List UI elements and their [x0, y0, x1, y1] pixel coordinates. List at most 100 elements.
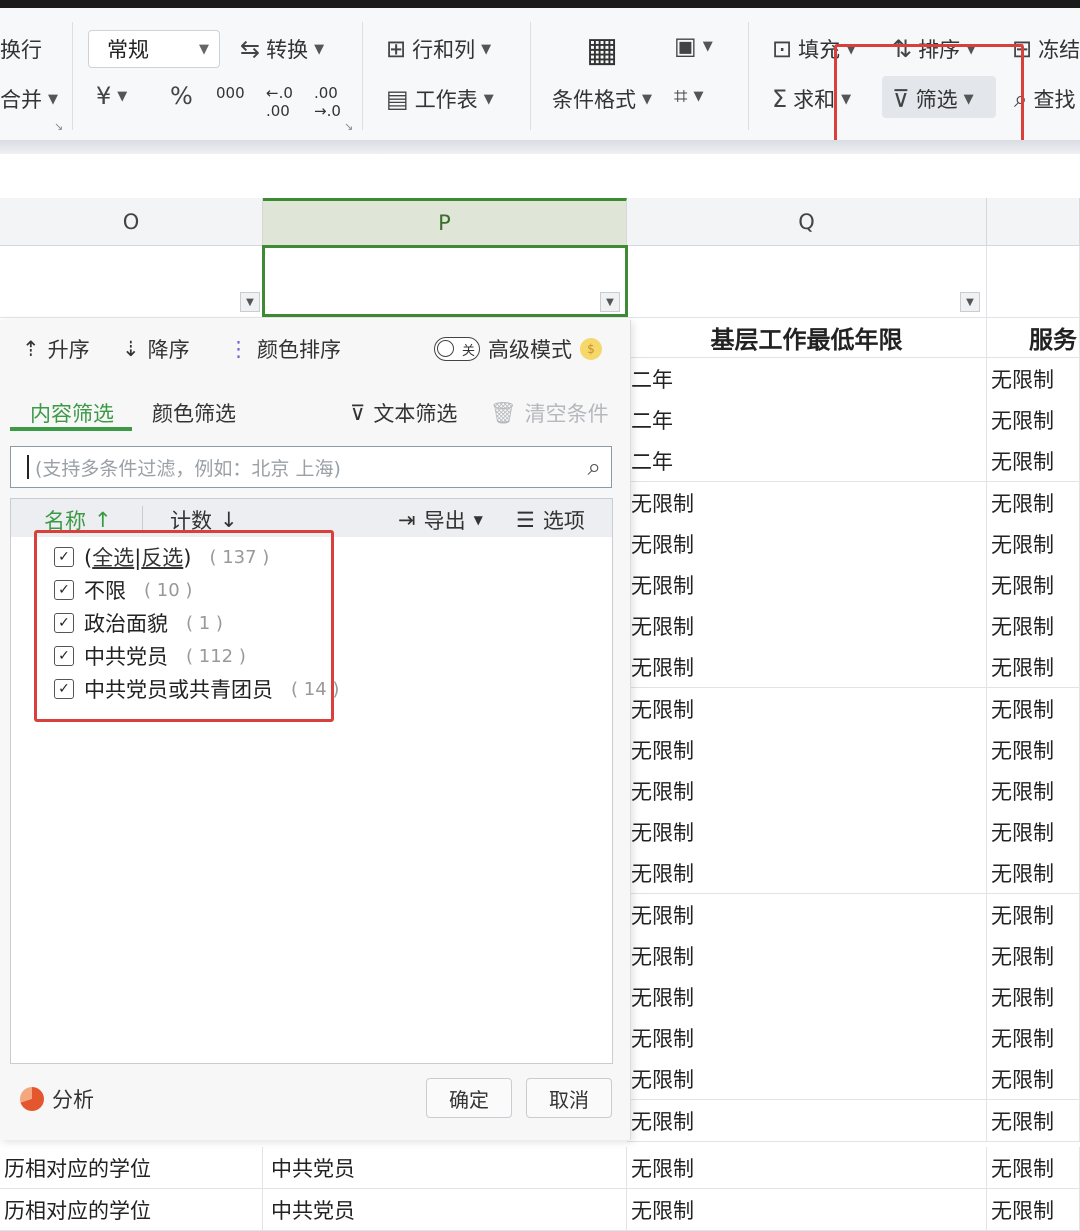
cell-q[interactable]: 无限制	[627, 852, 987, 894]
cell-text: 无限制	[631, 1198, 694, 1223]
convert-button[interactable]: ⇆ 转换 ▼	[240, 34, 324, 64]
cell-q[interactable]: 无限制	[627, 1017, 987, 1059]
cell-r[interactable]: 无限制	[987, 358, 1080, 400]
text-filter-button[interactable]: ⊽ 文本筛选	[350, 398, 457, 428]
cell-o-bottom[interactable]: 历相对应的学位	[0, 1189, 263, 1231]
cell-r[interactable]: 无限制	[987, 440, 1080, 482]
cell-q[interactable]: 无限制	[627, 564, 987, 606]
cell-text: 无限制	[631, 861, 694, 886]
header-cell-r[interactable]: 服务	[987, 318, 1080, 358]
cell-r[interactable]: 无限制	[987, 688, 1080, 730]
cell-r[interactable]: 无限制	[987, 729, 1080, 771]
cell-r1[interactable]	[987, 246, 1080, 318]
cell-r[interactable]: 无限制	[987, 1017, 1080, 1059]
filter-search-input[interactable]: (支持多条件过滤，例如：北京 上海) ⌕	[10, 446, 612, 488]
tab-color-filter[interactable]: 颜色筛选	[152, 398, 236, 428]
cell-text: 无限制	[631, 573, 694, 598]
column-header-q[interactable]: Q	[627, 198, 987, 246]
cell-q[interactable]: 无限制	[627, 482, 987, 524]
column-header-p[interactable]: P	[263, 198, 627, 246]
cell-r[interactable]: 无限制	[987, 1100, 1080, 1142]
filter-dropdown-o[interactable]: ▼	[240, 292, 260, 312]
cell-text: 中共党员	[271, 1156, 355, 1181]
cell-q[interactable]: 无限制	[627, 811, 987, 853]
decrease-decimal-button[interactable]: .00 →.0	[314, 84, 341, 120]
cell-style-button[interactable]: ▣ ▼	[674, 34, 713, 58]
cell-q[interactable]: 无限制	[627, 976, 987, 1018]
column-header-r[interactable]	[987, 198, 1080, 246]
cell-q[interactable]: 无限制	[627, 523, 987, 565]
sort-ascending-button[interactable]: ⇡ 升序	[22, 334, 90, 364]
cell-q-bottom[interactable]: 无限制	[627, 1189, 987, 1231]
arrow-down-icon: ↓	[220, 508, 238, 532]
cell-o-bottom[interactable]: 历相对应的学位	[0, 1147, 263, 1189]
wrap-text-label: 换行	[0, 38, 42, 62]
chevron-down-icon: ▼	[642, 91, 652, 107]
cell-q[interactable]: 无限制	[627, 894, 987, 936]
advanced-mode-toggle[interactable]: 关高级模式 $	[434, 334, 602, 364]
cell-r[interactable]: 无限制	[987, 811, 1080, 853]
cell-q1[interactable]	[627, 246, 987, 318]
cell-r[interactable]: 无限制	[987, 482, 1080, 524]
border-button[interactable]: ⌗ ▼	[674, 84, 704, 108]
percent-button[interactable]: %	[170, 84, 193, 108]
clear-conditions-label: 清空条件	[524, 402, 609, 426]
color-sort-button[interactable]: ⋮ 颜色排序	[228, 334, 341, 364]
cell-r[interactable]: 无限制	[987, 1058, 1080, 1100]
cell-r[interactable]: 无限制	[987, 770, 1080, 812]
conditional-format-button[interactable]: 条件格式 ▼	[552, 84, 652, 114]
cell-r[interactable]: 无限制	[987, 852, 1080, 894]
cell-q[interactable]: 无限制	[627, 605, 987, 647]
options-button[interactable]: ☰ 选项	[516, 505, 585, 535]
merge-button[interactable]: 合并 ▼	[0, 84, 58, 114]
cell-r[interactable]: 无限制	[987, 605, 1080, 647]
cancel-button[interactable]: 取消	[526, 1078, 612, 1118]
sort-descending-button[interactable]: ⇣ 降序	[122, 334, 190, 364]
header-cell-q[interactable]: 基层工作最低年限	[627, 318, 987, 358]
cell-q[interactable]: 无限制	[627, 1100, 987, 1142]
cell-r[interactable]: 无限制	[987, 399, 1080, 441]
cell-r[interactable]: 无限制	[987, 523, 1080, 565]
confirm-button[interactable]: 确定	[426, 1078, 512, 1118]
cell-q[interactable]: 无限制	[627, 935, 987, 977]
cell-text: 无限制	[991, 614, 1054, 639]
cell-q[interactable]: 二年	[627, 399, 987, 441]
cell-text: 无限制	[991, 408, 1054, 433]
cell-r[interactable]: 无限制	[987, 976, 1080, 1018]
cell-r-bottom[interactable]: 无限制	[987, 1189, 1080, 1231]
wrap-text-button[interactable]: 换行	[0, 34, 42, 64]
cell-r[interactable]: 无限制	[987, 564, 1080, 606]
cell-q[interactable]: 无限制	[627, 1058, 987, 1100]
filter-dropdown-p[interactable]: ▼	[600, 292, 620, 312]
worksheet-button[interactable]: ▤ 工作表 ▼	[386, 84, 494, 114]
cell-p-bottom[interactable]: 中共党员	[263, 1147, 627, 1189]
cell-q[interactable]: 无限制	[627, 688, 987, 730]
thousands-separator-button[interactable]: 000	[216, 84, 245, 102]
dialog-launcher-icon[interactable]: ↘	[54, 120, 63, 133]
cell-r[interactable]: 无限制	[987, 646, 1080, 688]
cell-r[interactable]: 无限制	[987, 935, 1080, 977]
conditional-format-icon[interactable]: ▦	[586, 30, 618, 70]
analysis-button[interactable]: 分析	[20, 1084, 94, 1114]
cell-q[interactable]: 无限制	[627, 770, 987, 812]
cell-q-bottom[interactable]: 无限制	[627, 1147, 987, 1189]
export-button[interactable]: ⇥ 导出 ▼	[398, 505, 483, 535]
dialog-launcher-icon[interactable]: ↘	[344, 120, 353, 133]
currency-button[interactable]: ¥ ▼	[96, 84, 127, 108]
cell-o1[interactable]	[0, 246, 263, 318]
cell-q[interactable]: 二年	[627, 440, 987, 482]
cell-q[interactable]: 无限制	[627, 729, 987, 771]
cell-p-bottom[interactable]: 中共党员	[263, 1189, 627, 1231]
cell-r-bottom[interactable]: 无限制	[987, 1147, 1080, 1189]
rows-cols-button[interactable]: ⊞ 行和列 ▼	[386, 34, 491, 64]
search-icon[interactable]: ⌕	[588, 453, 601, 481]
cell-q[interactable]: 无限制	[627, 646, 987, 688]
cell-r[interactable]: 无限制	[987, 894, 1080, 936]
tab-content-filter[interactable]: 内容筛选	[30, 398, 114, 428]
column-header-o[interactable]: O	[0, 198, 263, 246]
cell-q[interactable]: 二年	[627, 358, 987, 400]
number-format-select[interactable]: 常规 ▼	[88, 30, 220, 68]
filter-dropdown-q[interactable]: ▼	[960, 292, 980, 312]
increase-decimal-button[interactable]: ←.0.00	[266, 84, 293, 120]
clear-conditions-button[interactable]: 🗑 清空条件	[490, 398, 609, 428]
